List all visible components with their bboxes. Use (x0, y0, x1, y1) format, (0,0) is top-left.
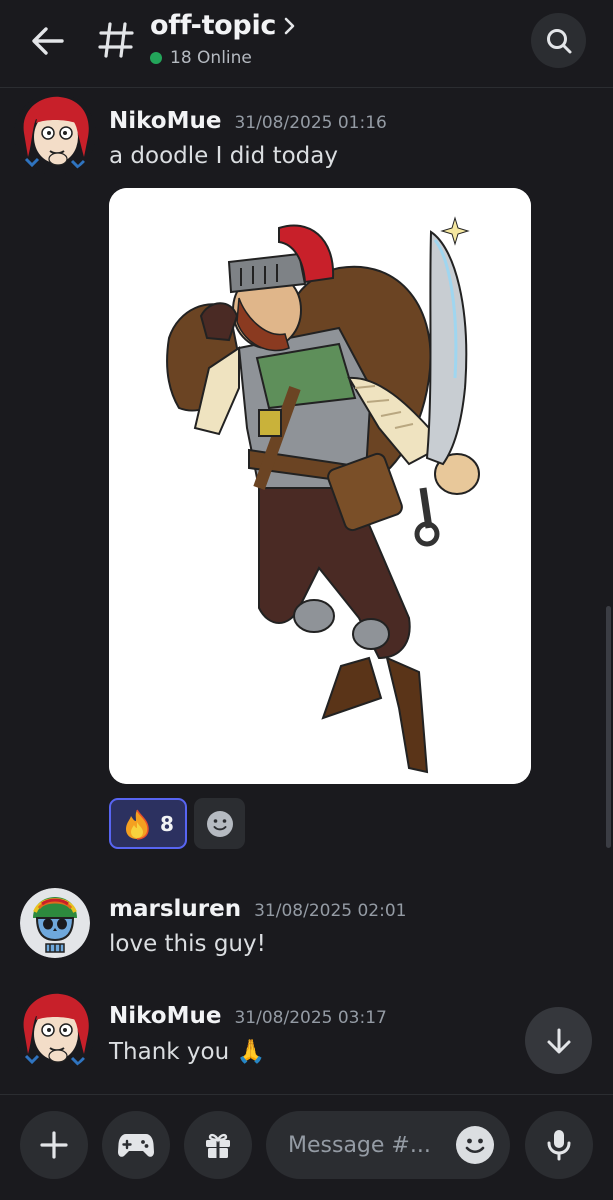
gift-icon (206, 1133, 230, 1158)
message-header: marsluren 31/08/2025 02:01 (109, 896, 406, 922)
activities-button[interactable] (102, 1111, 170, 1179)
message-text: Thank you 🙏 (109, 1039, 266, 1065)
message-input[interactable] (288, 1132, 456, 1158)
channel-name: off-topic (150, 10, 277, 41)
arrow-down-icon (547, 1028, 570, 1053)
back-arrow-icon (32, 27, 64, 55)
add-attachment-button[interactable] (20, 1111, 88, 1179)
channel-header: off-topic 18 Online (0, 0, 613, 88)
emoji-button[interactable] (456, 1126, 494, 1164)
avatar[interactable] (14, 990, 96, 1072)
message-header: NikoMue 31/08/2025 03:17 (109, 1003, 387, 1029)
reaction-count: 8 (160, 811, 174, 836)
channel-title-button[interactable]: off-topic (150, 10, 296, 41)
online-status: 18 Online (150, 48, 252, 68)
add-reaction-button[interactable] (194, 798, 245, 849)
author-name[interactable]: marsluren (109, 896, 241, 922)
microphone-icon (547, 1130, 571, 1161)
online-dot (150, 52, 162, 64)
search-button[interactable] (531, 13, 586, 68)
message-text: a doodle I did today (109, 143, 338, 169)
online-count: 18 Online (170, 48, 252, 68)
image-attachment[interactable] (109, 188, 531, 784)
jump-to-bottom-button[interactable] (525, 1007, 592, 1074)
avatar[interactable] (14, 93, 96, 175)
timestamp: 31/08/2025 01:16 (234, 113, 387, 133)
scrollbar[interactable] (606, 606, 611, 848)
voice-message-button[interactable] (525, 1111, 593, 1179)
search-icon (546, 28, 571, 53)
message-composer (0, 1094, 613, 1200)
reaction-fire[interactable]: 8 (109, 798, 187, 849)
message-text: love this guy! (109, 931, 266, 957)
message-input-container[interactable] (266, 1111, 510, 1179)
gamepad-icon (118, 1134, 154, 1157)
chevron-right-icon (284, 17, 295, 34)
fire-icon (126, 809, 149, 840)
timestamp: 31/08/2025 03:17 (234, 1008, 387, 1028)
smile-icon (206, 810, 233, 837)
smile-icon (465, 1138, 485, 1154)
back-button[interactable] (22, 18, 72, 64)
message-header: NikoMue 31/08/2025 01:16 (109, 108, 387, 134)
plus-icon (40, 1131, 68, 1159)
avatar[interactable] (20, 888, 90, 958)
hash-icon (96, 16, 136, 64)
gift-button[interactable] (184, 1111, 252, 1179)
timestamp: 31/08/2025 02:01 (254, 901, 407, 921)
author-name[interactable]: NikoMue (109, 108, 221, 134)
author-name[interactable]: NikoMue (109, 1003, 221, 1029)
